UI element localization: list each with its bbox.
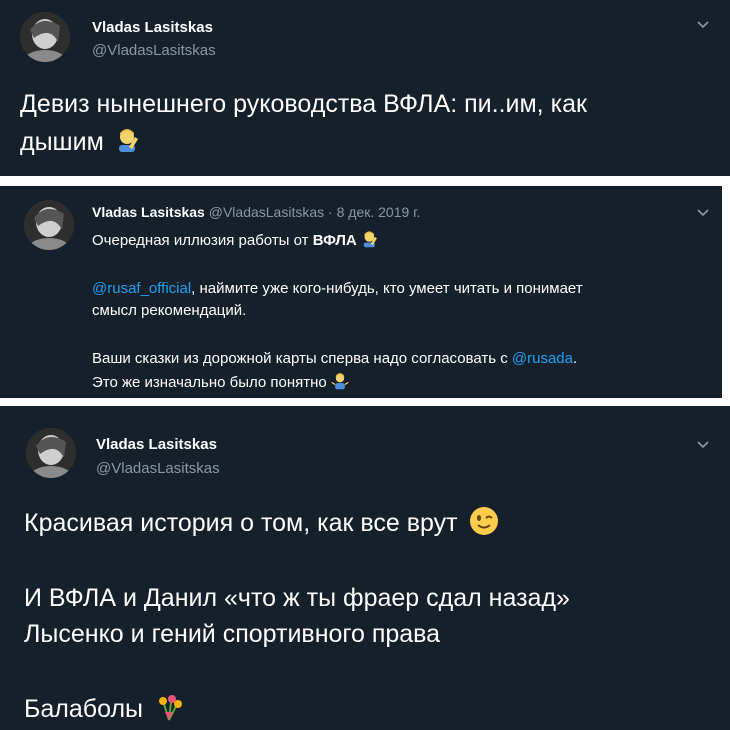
tweet-text-bold: ВФЛА [312, 231, 357, 249]
tweet-text-line: Очередная иллюзия работы от ВФЛА [92, 230, 379, 252]
tweet-text-line: И ВФЛА и Данил «что ж ты фраер сдал наза… [24, 584, 570, 612]
facepalm-emoji-icon [361, 230, 379, 252]
tweet-header: Vladas Lasitskas @VladasLasitskas · 8 де… [92, 204, 420, 220]
tweet-text: Ваши сказки из дорожной карты сперва над… [92, 350, 508, 367]
tweet-card[interactable]: Vladas Lasitskas @VladasLasitskas · 8 де… [0, 186, 722, 398]
tweet-text-line: @rusaf_official, наймите уже кого-нибудь… [92, 280, 583, 297]
tweet-text: Красивая история о том, как все врут [24, 509, 458, 538]
author-name[interactable]: Vladas Lasitskas [92, 204, 205, 220]
mention-link[interactable]: @rusada [512, 350, 573, 367]
tweet-text-word: дышим [20, 128, 104, 157]
separator-dot: · [328, 204, 333, 220]
tweet-text: , наймите уже кого-нибудь, кто умеет чит… [191, 280, 583, 297]
chevron-down-icon[interactable] [696, 440, 710, 450]
tweet-text: Балаболы [24, 695, 144, 724]
author-handle[interactable]: @VladasLasitskas [209, 204, 324, 220]
tweet-text-line: дышим [20, 127, 141, 160]
author-name[interactable]: Vladas Lasitskas [96, 436, 217, 453]
avatar[interactable] [20, 12, 70, 62]
bouquet-emoji-icon [154, 692, 184, 729]
chevron-down-icon[interactable] [696, 208, 710, 218]
tweet-text-line: Это же изначально было понятно [92, 372, 349, 394]
tweet-card[interactable]: Vladas Lasitskas @VladasLasitskas Девиз … [0, 0, 730, 176]
shrug-emoji-icon [331, 372, 349, 394]
tweet-date[interactable]: 8 дек. 2019 г. [337, 204, 421, 220]
tweet-text: Это же изначально было понятно [92, 373, 327, 391]
facepalm-emoji-icon [115, 127, 141, 160]
tweet-text: . [572, 350, 578, 367]
tweet-text-line: смысл рекомендаций. [92, 302, 247, 319]
chevron-down-icon[interactable] [696, 20, 710, 30]
tweet-text: Очередная иллюзия работы от [92, 231, 309, 249]
tweet-text-line: Красивая история о том, как все врут [24, 506, 499, 543]
tweet-text-line: Девиз нынешнего руководства ВФЛА: пи..им… [20, 90, 587, 118]
tweet-card[interactable]: Vladas Lasitskas @VladasLasitskas Красив… [0, 406, 730, 730]
tweet-text-line: Ваши сказки из дорожной карты сперва над… [92, 350, 577, 367]
author-name[interactable]: Vladas Lasitskas [92, 19, 213, 36]
tweet-text-line: Лысенко и гений спортивного права [24, 620, 441, 648]
winking-face-emoji-icon [469, 506, 499, 543]
tweet-text-line: Балаболы [24, 692, 184, 729]
mention-link[interactable]: @rusaf_official [92, 280, 191, 297]
author-handle[interactable]: @VladasLasitskas [92, 42, 216, 59]
avatar[interactable] [26, 428, 76, 478]
author-handle[interactable]: @VladasLasitskas [96, 460, 220, 477]
avatar[interactable] [24, 200, 74, 250]
